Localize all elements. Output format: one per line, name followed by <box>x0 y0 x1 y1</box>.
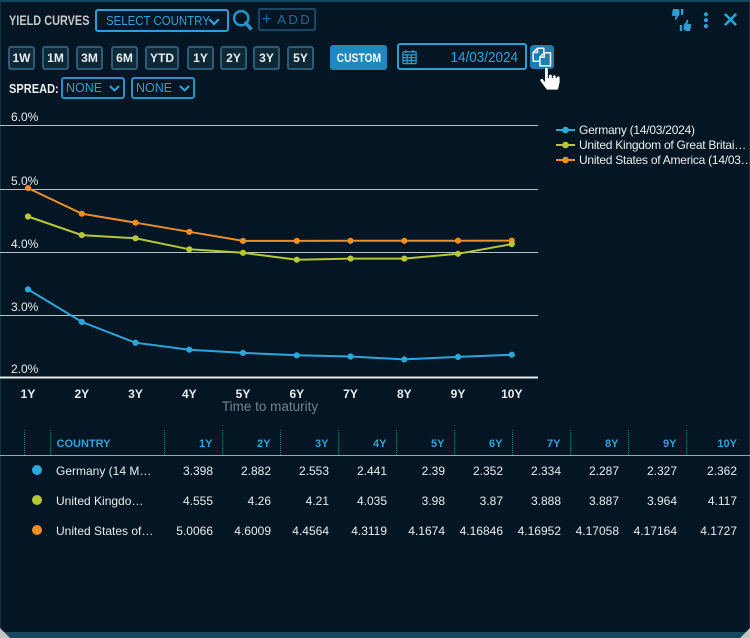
svg-text:3.0%: 3.0% <box>11 300 39 314</box>
svg-text:7Y: 7Y <box>343 387 358 401</box>
svg-text:9Y: 9Y <box>451 387 466 401</box>
svg-text:2.0%: 2.0% <box>11 362 39 376</box>
svg-text:5.0%: 5.0% <box>11 174 39 188</box>
svg-text:4.0%: 4.0% <box>11 237 39 251</box>
svg-text:4Y: 4Y <box>182 387 197 401</box>
svg-text:Time to maturity: Time to maturity <box>222 399 319 414</box>
svg-text:1Y: 1Y <box>21 387 36 401</box>
svg-text:2Y: 2Y <box>74 387 89 401</box>
svg-text:3Y: 3Y <box>128 387 143 401</box>
svg-text:6.0%: 6.0% <box>11 110 39 124</box>
svg-text:8Y: 8Y <box>397 387 412 401</box>
svg-text:10Y: 10Y <box>501 387 522 401</box>
